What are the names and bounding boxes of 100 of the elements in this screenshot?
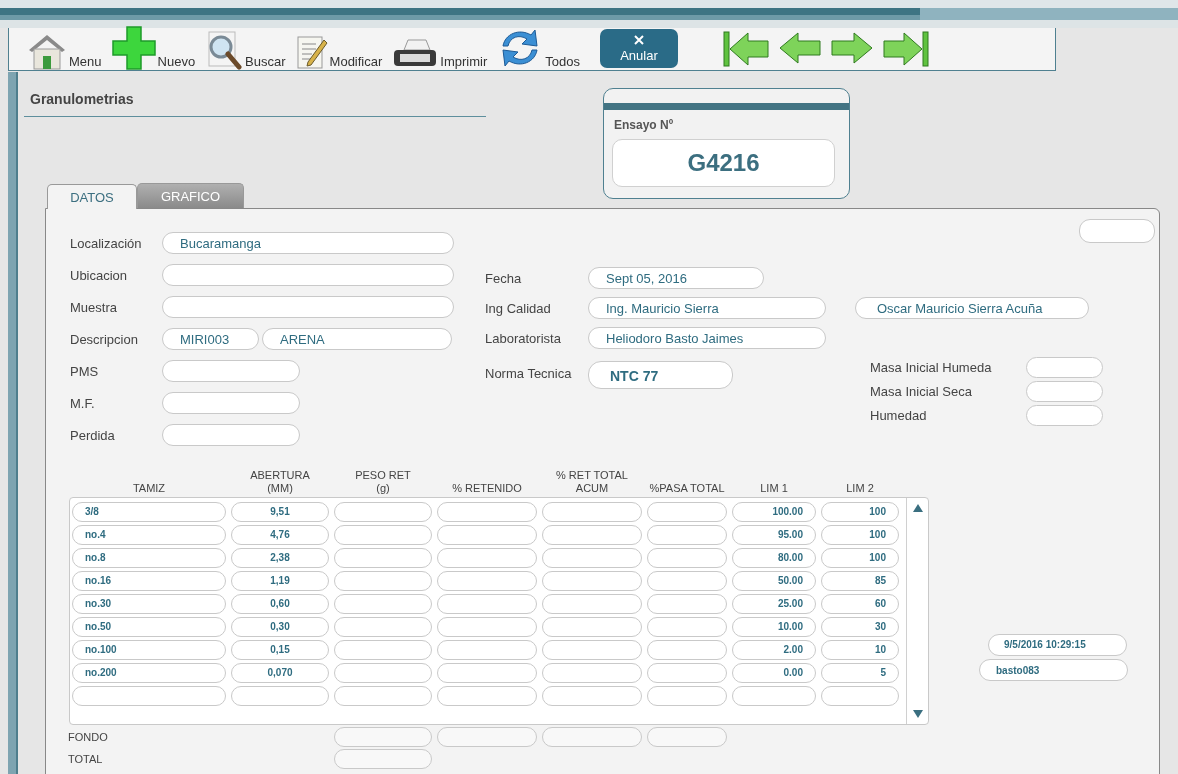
table-cell[interactable]: 2.00: [732, 639, 816, 660]
table-cell[interactable]: 100: [821, 547, 899, 568]
table-cell[interactable]: 3/8: [72, 501, 226, 522]
table-cell[interactable]: 80.00: [732, 547, 816, 568]
table-cell[interactable]: 100: [821, 524, 899, 545]
input-field[interactable]: [162, 264, 454, 286]
test-number-field[interactable]: G4216: [612, 139, 835, 187]
table-cell[interactable]: [437, 501, 537, 522]
input-field[interactable]: Ing. Mauricio Sierra: [588, 297, 826, 319]
input-field[interactable]: MIRI003: [162, 328, 259, 350]
table-cell[interactable]: [732, 685, 816, 706]
table-cell[interactable]: no.8: [72, 547, 226, 568]
table-cell[interactable]: [231, 685, 329, 706]
input-field[interactable]: [162, 424, 300, 446]
input-field[interactable]: [1026, 356, 1103, 378]
print-button[interactable]: Imprimir: [392, 38, 488, 70]
table-cell[interactable]: [647, 616, 727, 637]
table-cell[interactable]: no.30: [72, 593, 226, 614]
table-cell[interactable]: [334, 524, 432, 545]
table-cell[interactable]: [437, 593, 537, 614]
total-field[interactable]: [647, 726, 727, 747]
table-cell[interactable]: [437, 547, 537, 568]
table-cell[interactable]: 95.00: [732, 524, 816, 545]
input-field[interactable]: NTC 77: [588, 361, 733, 389]
scroll-up-icon[interactable]: [912, 504, 923, 512]
table-cell[interactable]: 9,51: [231, 501, 329, 522]
table-cell[interactable]: [542, 593, 642, 614]
input-field[interactable]: Bucaramanga: [162, 232, 454, 254]
table-cell[interactable]: 100: [821, 501, 899, 522]
table-cell[interactable]: 50.00: [732, 570, 816, 591]
table-cell[interactable]: 85: [821, 570, 899, 591]
table-cell[interactable]: [647, 593, 727, 614]
table-cell[interactable]: 60: [821, 593, 899, 614]
table-cell[interactable]: [647, 570, 727, 591]
home-button[interactable]: Menu: [27, 32, 102, 70]
table-cell[interactable]: 4,76: [231, 524, 329, 545]
table-cell[interactable]: [542, 685, 642, 706]
cancel-button[interactable]: Anular: [599, 29, 678, 68]
table-cell[interactable]: [542, 570, 642, 591]
table-cell[interactable]: [542, 501, 642, 522]
input-field[interactable]: ARENA: [262, 328, 452, 350]
table-cell[interactable]: [334, 639, 432, 660]
table-cell[interactable]: no.4: [72, 524, 226, 545]
table-cell[interactable]: [821, 685, 899, 706]
input-field[interactable]: [1026, 404, 1103, 426]
table-cell[interactable]: [334, 570, 432, 591]
table-cell[interactable]: [542, 547, 642, 568]
table-cell[interactable]: 5: [821, 662, 899, 683]
table-cell[interactable]: 1,19: [231, 570, 329, 591]
table-cell[interactable]: 0,60: [231, 593, 329, 614]
table-cell[interactable]: no.200: [72, 662, 226, 683]
table-cell[interactable]: 0,15: [231, 639, 329, 660]
table-cell[interactable]: 2,38: [231, 547, 329, 568]
refresh-button[interactable]: Todos: [497, 26, 580, 70]
table-cell[interactable]: [647, 662, 727, 683]
table-cell[interactable]: [647, 501, 727, 522]
input-field[interactable]: Heliodoro Basto Jaimes: [588, 327, 826, 349]
table-cell[interactable]: 10: [821, 639, 899, 660]
table-cell[interactable]: [334, 501, 432, 522]
input-field[interactable]: [162, 360, 300, 382]
table-cell[interactable]: no.50: [72, 616, 226, 637]
table-cell[interactable]: [542, 616, 642, 637]
table-cell[interactable]: 30: [821, 616, 899, 637]
table-cell[interactable]: [72, 685, 226, 706]
table-cell[interactable]: 10.00: [732, 616, 816, 637]
table-cell[interactable]: 0,30: [231, 616, 329, 637]
next-button[interactable]: [829, 31, 874, 67]
table-cell[interactable]: [334, 547, 432, 568]
table-cell[interactable]: 0,070: [231, 662, 329, 683]
table-cell[interactable]: [334, 662, 432, 683]
table-cell[interactable]: no.16: [72, 570, 226, 591]
table-cell[interactable]: [647, 524, 727, 545]
scroll-down-icon[interactable]: [912, 710, 923, 718]
tab[interactable]: DATOS: [47, 184, 137, 209]
table-cell[interactable]: [542, 524, 642, 545]
table-cell[interactable]: [437, 685, 537, 706]
table-cell[interactable]: [647, 685, 727, 706]
input-field[interactable]: [162, 296, 454, 318]
table-cell[interactable]: 100.00: [732, 501, 816, 522]
table-cell[interactable]: 0.00: [732, 662, 816, 683]
table-cell[interactable]: [437, 639, 537, 660]
total-field[interactable]: [542, 726, 642, 747]
table-cell[interactable]: [437, 616, 537, 637]
input-field[interactable]: [1079, 219, 1155, 243]
previous-button[interactable]: [777, 31, 822, 67]
total-field[interactable]: [334, 748, 432, 769]
edit-button[interactable]: Modificar: [295, 34, 383, 70]
table-cell[interactable]: [647, 639, 727, 660]
table-cell[interactable]: [437, 570, 537, 591]
table-cell[interactable]: no.100: [72, 639, 226, 660]
table-cell[interactable]: [542, 662, 642, 683]
search-button[interactable]: Buscar: [205, 30, 286, 70]
table-cell[interactable]: [334, 593, 432, 614]
total-field[interactable]: [437, 726, 537, 747]
table-cell[interactable]: [647, 547, 727, 568]
table-cell[interactable]: 25.00: [732, 593, 816, 614]
table-cell[interactable]: [334, 616, 432, 637]
input-field[interactable]: Oscar Mauricio Sierra Acuña: [855, 297, 1089, 319]
table-cell[interactable]: [334, 685, 432, 706]
total-field[interactable]: [334, 726, 432, 747]
